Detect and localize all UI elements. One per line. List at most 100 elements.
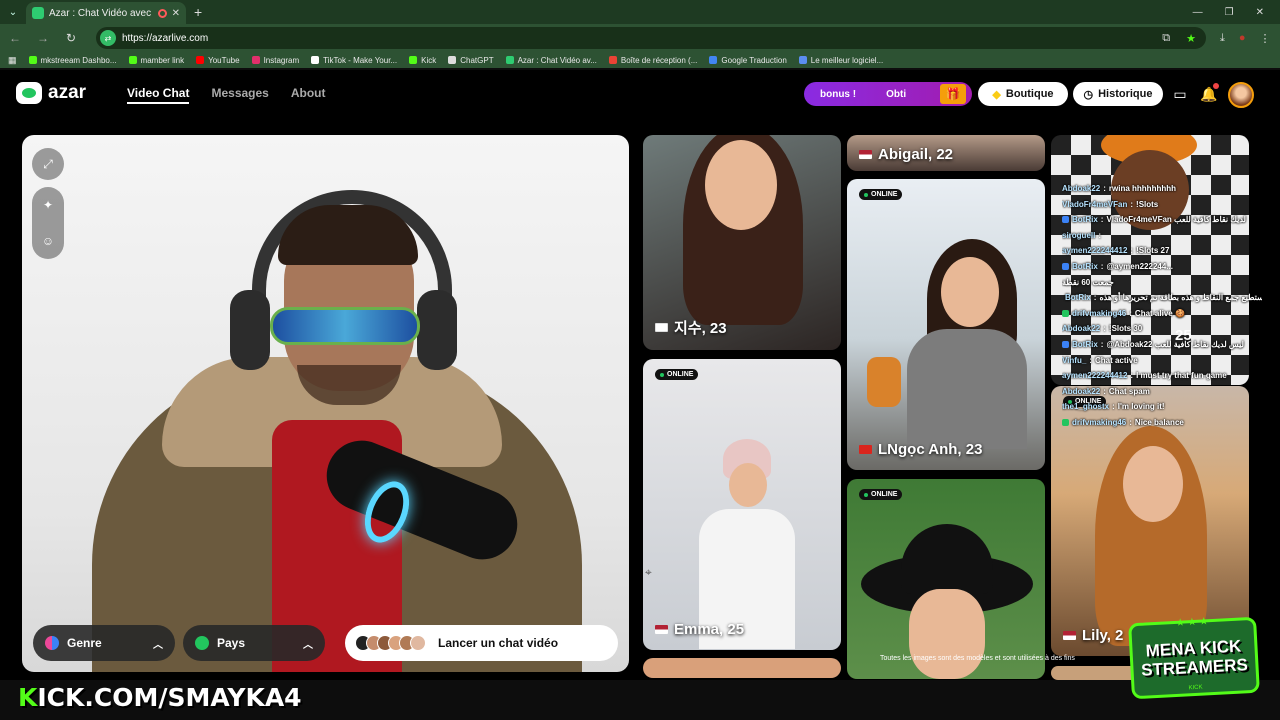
apps-grid-icon[interactable]: ▦ (8, 55, 17, 66)
chat-message: BotRix: @Abdoak22 ليس لديك نقاط كافية للع… (1062, 337, 1262, 353)
tab-search-icon[interactable]: ⌄ (0, 0, 26, 24)
bookmark-item[interactable]: mkstreeam Dashbo... (28, 56, 117, 65)
bookmark-item[interactable]: YouTube (196, 56, 240, 65)
bookmark-item[interactable]: Kick (409, 56, 436, 65)
profile-card-emma[interactable]: ONLINE Emma, 25 (643, 359, 841, 650)
tab-title: Azar : Chat Vidéo avec de n (49, 7, 153, 19)
chat-message: Abdoak22: !Slots 30 (1062, 321, 1262, 337)
avatar-thumb (410, 635, 426, 651)
headphone-ear-right (417, 290, 457, 370)
bookmark-item[interactable]: Boîte de réception (... (608, 56, 697, 65)
forward-icon[interactable]: → (36, 31, 50, 45)
pays-filter-button[interactable]: Pays ︿ (183, 625, 325, 661)
address-bar[interactable]: ⇄ https://azarlive.com ⧉ ★ (96, 27, 1206, 49)
chat-text: لا تستطيع جمع النقاط و هذه بطاقة تم تحري… (1099, 293, 1262, 303)
card-figure-face (729, 463, 767, 507)
browser-tab-azar[interactable]: Azar : Chat Vidéo avec de n ✕ (26, 2, 186, 24)
restore-icon[interactable]: ❐ (1225, 7, 1234, 18)
card-figure-hat-top (901, 524, 993, 594)
browser-tab-bar: ⌄ Azar : Chat Vidéo avec de n ✕ + — ❐ ✕ (0, 0, 1280, 24)
card-name: LNgọc Anh, 23 (859, 441, 982, 458)
bookmark-item[interactable]: Instagram (251, 56, 299, 65)
nav-video-chat[interactable]: Video Chat (127, 86, 190, 104)
bookmark-item[interactable]: mamber link (128, 56, 184, 65)
genre-filter-button[interactable]: Genre ︿ (33, 625, 175, 661)
menu-kebab-icon[interactable]: ⋮ (1260, 32, 1271, 45)
chat-text: @aymen222244... (1106, 261, 1173, 271)
nav-about[interactable]: About (291, 86, 326, 104)
gender-icon (45, 636, 59, 650)
bonus-promo-banner[interactable]: bonus ! Obti 🎁 (804, 82, 972, 106)
chat-username: VladoFr4meVFan (1062, 199, 1128, 209)
stars-icon: ★ ★ ★ (1175, 616, 1209, 629)
chat-separator: : (1103, 386, 1106, 396)
azar-logo-icon (16, 82, 42, 104)
headphone-ear-left (230, 290, 270, 370)
chat-separator: : (1098, 230, 1102, 240)
card-figure-body (907, 329, 1027, 449)
back-icon[interactable]: ← (8, 31, 22, 45)
bookmark-item[interactable]: Azar : Chat Vidéo av... (505, 56, 597, 65)
chat-message: BotRix: @aymen222244... (1062, 259, 1262, 275)
promo-text-left: bonus ! (820, 88, 857, 100)
site-info-icon[interactable]: ⇄ (100, 30, 116, 46)
clock-icon: ◷ (1083, 88, 1094, 101)
close-tab-icon[interactable]: ✕ (172, 8, 180, 19)
youtube-icon (196, 56, 205, 64)
google-translate-icon (709, 56, 718, 64)
cast-icon[interactable]: ⧉ (1162, 32, 1170, 45)
minimize-icon[interactable]: — (1193, 7, 1203, 18)
profile-card-lngoc-anh[interactable]: ONLINE LNgọc Anh, 23 (847, 179, 1045, 470)
profile-card-partial[interactable] (643, 658, 841, 678)
chat-separator: : (1103, 324, 1106, 334)
chevron-up-icon: ︿ (153, 639, 163, 651)
bookmarks-bar: ▦ mkstreeam Dashbo... mamber link YouTub… (0, 52, 1280, 68)
url-text: https://azarlive.com (122, 32, 209, 44)
chat-text: Chat alive 🍪 (1134, 308, 1185, 318)
nav-messages[interactable]: Messages (211, 86, 268, 104)
card-figure-face (1123, 446, 1183, 522)
chat-separator: : (1100, 339, 1104, 349)
reload-icon[interactable]: ↻ (64, 31, 78, 45)
profile-card-hat[interactable]: ONLINE (847, 479, 1045, 679)
chat-separator: : (1089, 355, 1092, 365)
new-tab-button[interactable]: + (194, 4, 202, 20)
chat-separator: : (1129, 417, 1132, 427)
profile-card-abigail[interactable]: Abigail, 22 (847, 135, 1045, 171)
sticker-icon[interactable]: ☺ (42, 234, 54, 248)
bookmark-favicon-icon (798, 56, 807, 64)
chat-message: Abdoak22: rwina hhhhhhhhh (1062, 181, 1262, 197)
magic-wand-icon[interactable]: ✦ (43, 198, 53, 212)
chat-username: siroguell (1062, 230, 1096, 240)
profile-avatar[interactable] (1228, 82, 1254, 108)
profile-card-jisu[interactable]: 지수, 23 (643, 135, 841, 350)
inbox-icon[interactable]: ▭ (1170, 84, 1190, 104)
main-nav: Video Chat Messages About (127, 86, 326, 104)
chat-message: aymen222244412: I must try that fun game (1062, 368, 1262, 384)
bookmark-item[interactable]: ChatGPT (448, 56, 494, 65)
boutique-button[interactable]: ◆ Boutique (978, 82, 1068, 106)
start-video-chat-button[interactable]: Lancer un chat vidéo (345, 625, 618, 661)
bookmark-star-icon[interactable]: ★ (1186, 32, 1196, 45)
close-window-icon[interactable]: ✕ (1256, 7, 1264, 18)
download-icon[interactable]: ⤓ (1220, 32, 1225, 45)
azar-logo[interactable]: azar (16, 82, 86, 104)
self-video-feed (22, 135, 629, 672)
fullscreen-icon[interactable]: ⤢ (32, 148, 64, 180)
address-toolbar: ← → ↻ ⇄ https://azarlive.com ⧉ ★ ⤓ ● ⋮ (0, 24, 1280, 52)
window-controls: — ❐ ✕ (1193, 0, 1280, 24)
instagram-icon (251, 56, 260, 64)
bookmark-item[interactable]: TikTok - Make Your... (311, 56, 397, 65)
chat-text: !Slots (1136, 199, 1159, 209)
extension-icon[interactable]: ● (1239, 32, 1246, 44)
chat-badge-icon (1062, 341, 1069, 349)
chat-message: Vinfu_: Chat active (1062, 353, 1262, 369)
promo-text-right: Obti (886, 88, 907, 100)
card-name: Abigail, 22 (859, 146, 953, 163)
chat-message: aymen222244412: !Slots 27 (1062, 243, 1262, 259)
historique-button[interactable]: ◷ Historique (1073, 82, 1163, 106)
bookmark-item[interactable]: Google Traduction (709, 56, 787, 65)
bookmark-item[interactable]: Le meilleur logiciel... (798, 56, 883, 65)
chat-message: BotRix: VladoFr4meVFan لديك نقاط كافية لل… (1062, 212, 1262, 228)
azar-icon (505, 56, 514, 64)
